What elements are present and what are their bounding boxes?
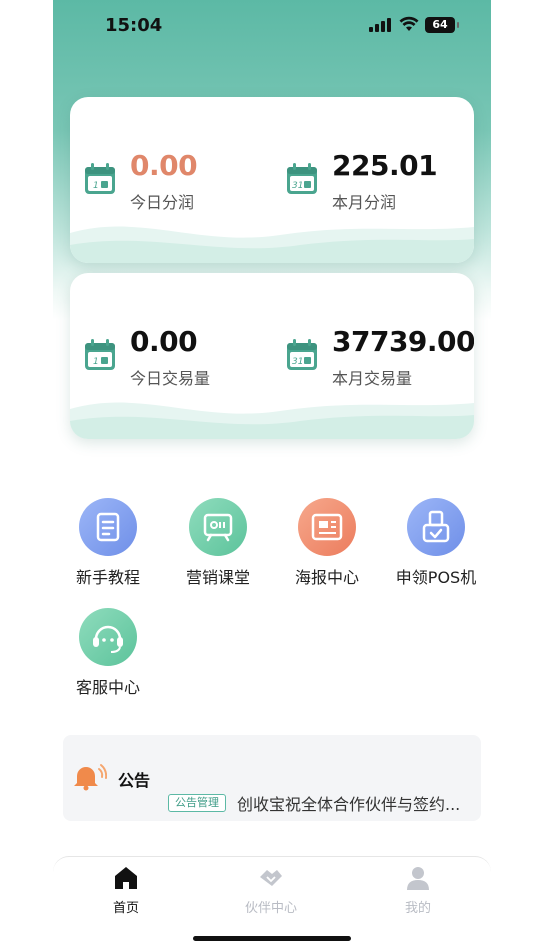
calendar-icon: 31 [287,339,317,370]
menu-item-marketing-class[interactable]: 营销课堂 [163,498,273,588]
calendar-icon: 1 [85,339,115,370]
month-profit-label: 本月分润 [332,193,397,212]
menu-item-pos-apply[interactable]: 申领POS机 [381,498,491,588]
calendar-day: 1 [93,357,99,367]
menu-item-customer-service[interactable]: 客服中心 [53,608,163,698]
status-time: 15:04 [105,15,163,36]
bell-icon [74,764,107,791]
calendar-day: 1 [93,181,99,191]
calendar-day: 31 [292,181,303,191]
calendar-day: 31 [292,357,303,367]
menu-item-label: 新手教程 [75,568,140,587]
tab-label: 首页 [112,901,139,916]
headset-icon [79,608,137,666]
home-indicator [193,936,351,941]
screen: 15:04 64 1 0.00 今日分润 31 225.01 本月分润 1 0.… [0,0,534,950]
announcement-text[interactable]: 创收宝祝全体合作伙伴与签约... [237,791,477,815]
announcement-tag: 公告管理 [168,794,226,812]
menu-item-poster-center[interactable]: 海报中心 [272,498,382,588]
classroom-icon [189,498,247,556]
user-icon [407,867,429,890]
home-icon [115,867,137,889]
tab-home[interactable]: 首页 [81,865,171,916]
cellular-signal-icon [369,18,391,32]
pos-machine-icon [407,498,465,556]
profit-summary-card: 1 0.00 今日分润 31 225.01 本月分润 [70,97,474,263]
today-profit-label: 今日分润 [130,193,195,212]
wifi-icon [399,16,419,31]
document-icon [79,498,137,556]
poster-icon [298,498,356,556]
tab-me[interactable]: 我的 [373,865,463,916]
month-volume-value: 37739.00 [332,325,474,358]
tab-label: 我的 [404,901,431,916]
volume-summary-card: 1 0.00 今日交易量 31 37739.00 本月交易量 [70,273,474,439]
announcement-panel[interactable]: 公告 公告管理 创收宝祝全体合作伙伴与签约... [63,735,481,821]
calendar-icon: 31 [287,163,317,194]
calendar-icon: 1 [85,163,115,194]
menu-item-label: 客服中心 [75,678,140,697]
today-profit-value: 0.00 [130,149,198,182]
handshake-icon [260,870,282,886]
month-volume-label: 本月交易量 [332,369,413,388]
menu-item-tutorial[interactable]: 新手教程 [53,498,163,588]
announcement-title: 公告 [118,771,151,790]
status-bar: 15:04 64 [53,0,491,52]
app-page: 15:04 64 1 0.00 今日分润 31 225.01 本月分润 1 0.… [53,0,491,950]
tab-label: 伙伴中心 [244,901,297,916]
menu-item-label: 营销课堂 [185,568,250,587]
menu-item-label: 海报中心 [294,568,359,587]
battery-icon: 64 [425,17,459,33]
card-wave-decoration [70,226,474,263]
today-volume-label: 今日交易量 [130,369,211,388]
today-volume-value: 0.00 [130,325,198,358]
card-wave-decoration [70,402,474,439]
menu-item-label: 申领POS机 [395,568,477,587]
tab-partner-center[interactable]: 伙伴中心 [226,865,316,916]
month-profit-value: 225.01 [332,149,438,182]
